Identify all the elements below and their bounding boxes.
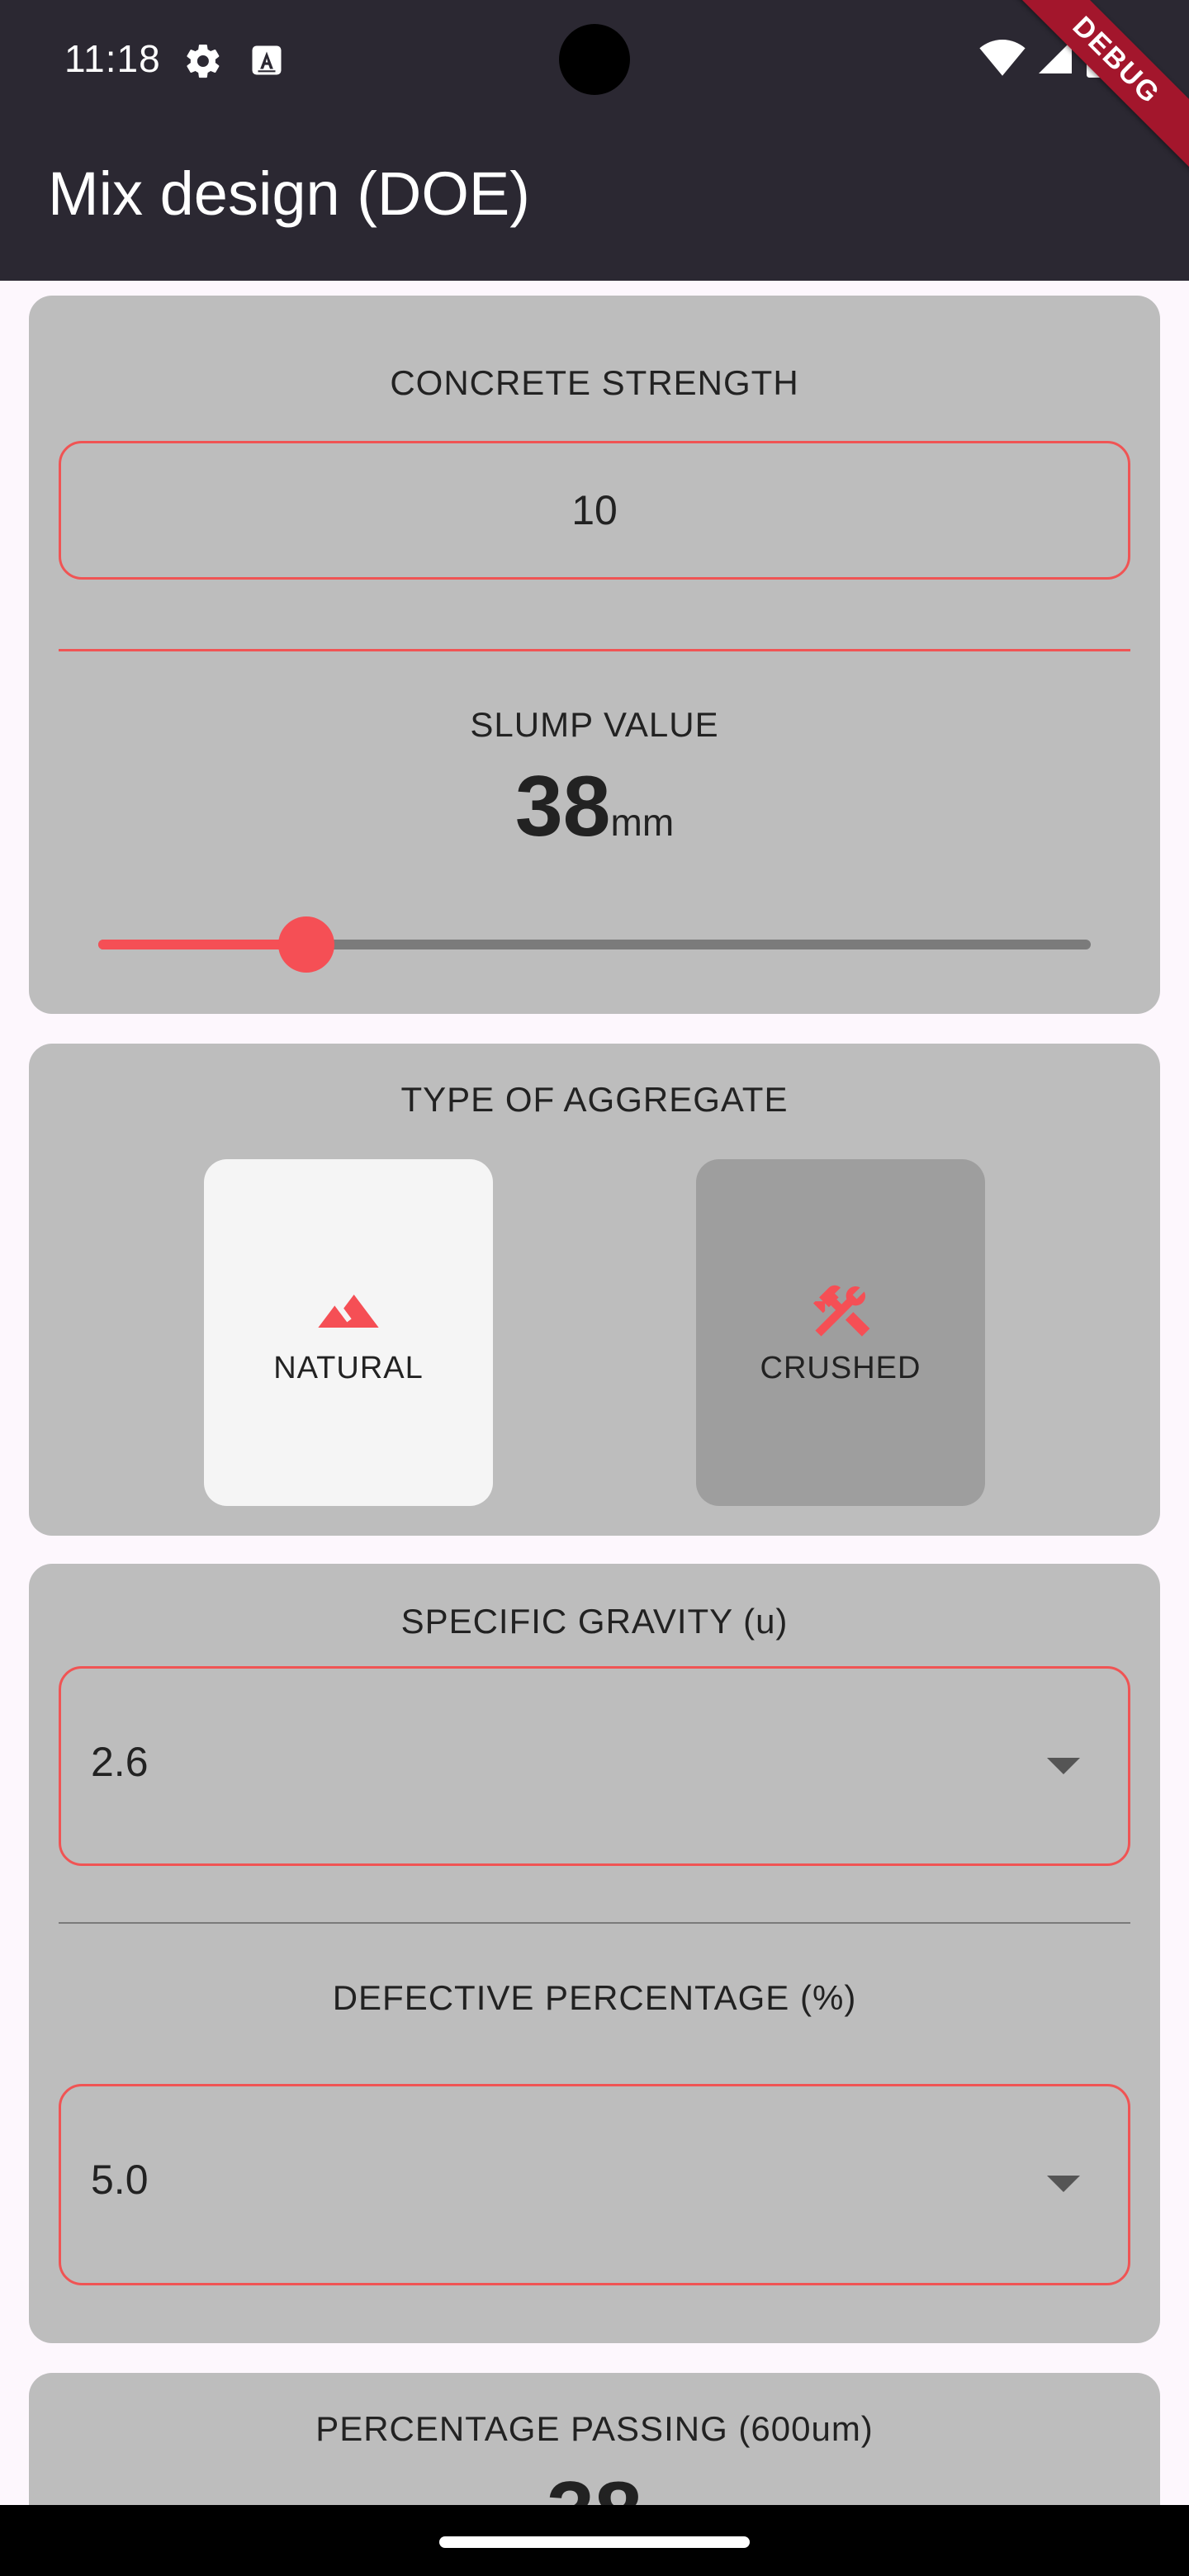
mountain-icon bbox=[318, 1295, 379, 1328]
concrete-strength-input[interactable] bbox=[61, 443, 1128, 577]
aggregate-card: TYPE OF AGGREGATE NATURAL CRUSHED bbox=[29, 1044, 1160, 1536]
defective-percentage-title: DEFECTIVE PERCENTAGE (%) bbox=[332, 1978, 857, 2017]
aggregate-title: TYPE OF AGGREGATE bbox=[400, 1080, 789, 1119]
specific-gravity-dropdown[interactable]: 2.6 bbox=[59, 1666, 1130, 1866]
divider bbox=[59, 649, 1130, 651]
slump-value-title: SLUMP VALUE bbox=[470, 705, 719, 744]
app-bar: Mix design (DOE) bbox=[0, 116, 1189, 281]
defective-percentage-dropdown[interactable]: 5.0 bbox=[59, 2084, 1130, 2285]
page-title: Mix design (DOE) bbox=[48, 159, 530, 228]
concrete-strength-field[interactable] bbox=[59, 441, 1130, 580]
strength-slump-card: CONCRETE STRENGTH SLUMP VALUE 38mm bbox=[29, 296, 1160, 1014]
percentage-passing-title: PERCENTAGE PASSING (600um) bbox=[315, 2409, 874, 2448]
camera-cutout bbox=[559, 24, 630, 95]
wifi-icon bbox=[979, 40, 1026, 76]
gear-icon bbox=[187, 44, 220, 78]
status-time: 11:18 bbox=[64, 37, 161, 80]
specific-gravity-title: SPECIFIC GRAVITY (u) bbox=[400, 1602, 789, 1641]
tools-icon bbox=[813, 1285, 870, 1337]
slump-slider[interactable] bbox=[98, 916, 1091, 973]
defective-percentage-value: 5.0 bbox=[91, 2157, 149, 2203]
chevron-down-icon bbox=[1047, 1758, 1080, 1774]
status-bar: 11:18 bbox=[0, 0, 1189, 116]
aggregate-natural-label: NATURAL bbox=[273, 1351, 424, 1385]
home-handle[interactable] bbox=[439, 2536, 750, 2548]
system-nav-bar bbox=[0, 2505, 1189, 2576]
slump-readout: 38mm bbox=[29, 758, 1160, 856]
aggregate-crushed-option[interactable]: CRUSHED bbox=[696, 1159, 985, 1506]
chevron-down-icon bbox=[1047, 2176, 1080, 2192]
concrete-strength-title: CONCRETE STRENGTH bbox=[390, 363, 799, 402]
specific-gravity-value: 2.6 bbox=[91, 1739, 149, 1785]
divider bbox=[59, 1922, 1130, 1924]
slider-active-track bbox=[98, 940, 307, 949]
slider-thumb[interactable] bbox=[278, 916, 335, 973]
text-a-icon bbox=[252, 45, 282, 75]
slump-unit: mm bbox=[610, 801, 675, 844]
aggregate-natural-option[interactable]: NATURAL bbox=[204, 1159, 493, 1506]
gravity-defect-card: SPECIFIC GRAVITY (u) 2.6 DEFECTIVE PERCE… bbox=[29, 1564, 1160, 2343]
slump-number: 38 bbox=[514, 759, 611, 855]
aggregate-crushed-label: CRUSHED bbox=[760, 1351, 921, 1385]
